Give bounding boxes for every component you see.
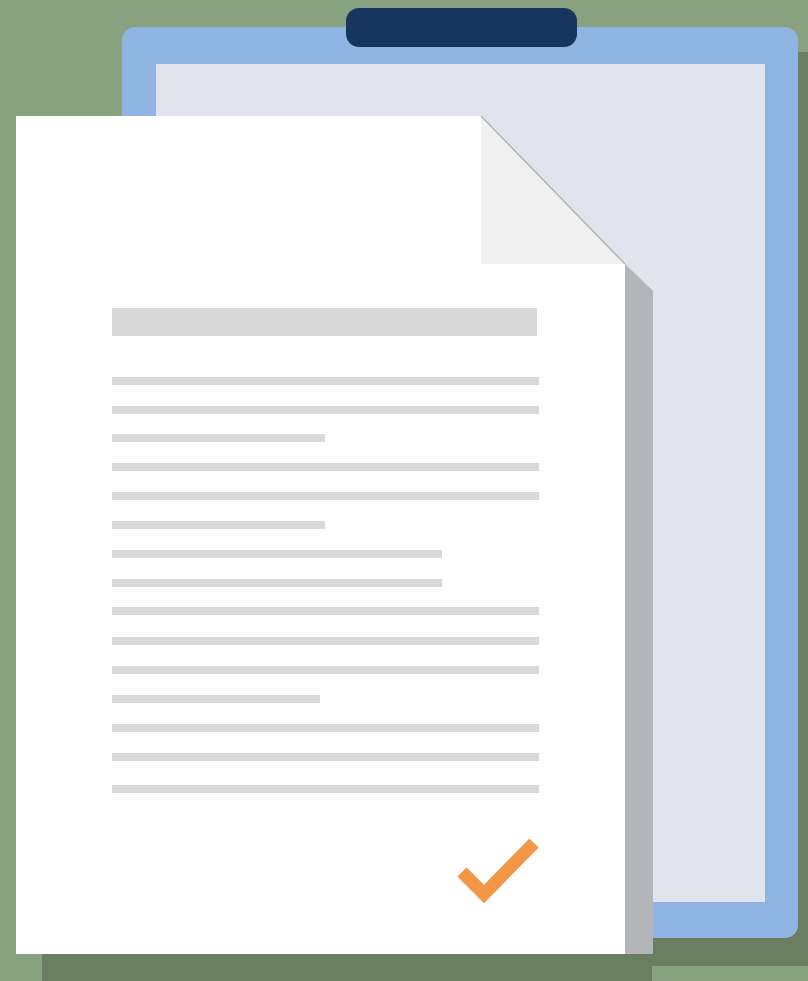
document-heading-placeholder	[112, 308, 537, 336]
text-line-placeholder	[112, 637, 539, 645]
illustration-canvas	[0, 0, 808, 981]
document-clipboard-illustration	[0, 0, 808, 981]
clipboard-clip	[346, 8, 577, 47]
text-line-placeholder	[112, 666, 539, 674]
text-line-placeholder	[112, 724, 539, 732]
text-line-placeholder	[112, 521, 325, 529]
text-line-placeholder	[112, 607, 539, 615]
document-side-shadow	[625, 264, 653, 954]
text-line-placeholder	[112, 753, 539, 761]
text-line-placeholder	[112, 550, 442, 558]
text-line-placeholder	[112, 579, 442, 587]
text-line-placeholder	[112, 434, 325, 442]
text-line-placeholder	[112, 377, 539, 385]
text-line-placeholder	[112, 406, 539, 414]
text-line-placeholder	[112, 785, 539, 793]
document-ground-shadow	[42, 954, 652, 981]
document-icon	[16, 115, 653, 981]
text-line-placeholder	[112, 695, 320, 703]
text-line-placeholder	[112, 492, 539, 500]
text-line-placeholder	[112, 463, 539, 471]
